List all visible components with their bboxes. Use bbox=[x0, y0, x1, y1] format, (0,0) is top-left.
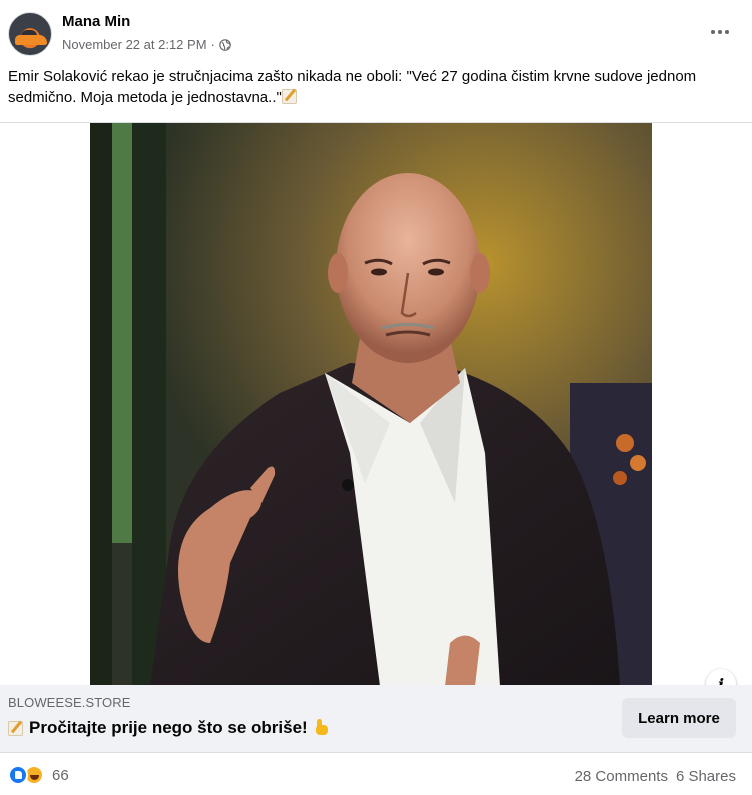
post-meta: November 22 at 2:12 PM · bbox=[62, 37, 231, 52]
ad-title-text[interactable]: Pročitajte prije nego što se obriše! bbox=[29, 718, 308, 738]
shares-count[interactable]: 6 Shares bbox=[676, 768, 736, 785]
ad-title[interactable]: Pročitajte prije nego što se obriše! bbox=[8, 718, 330, 738]
pointing-down-emoji bbox=[314, 719, 330, 737]
caption-text: Emir Solaković rekao je stručnjacima zaš… bbox=[8, 68, 697, 106]
post-caption: Emir Solaković rekao je stručnjacima zaš… bbox=[8, 66, 744, 108]
learn-more-button[interactable]: Learn more bbox=[622, 698, 736, 738]
ad-photo[interactable] bbox=[90, 123, 652, 686]
reactions-summary[interactable]: 66 bbox=[8, 765, 69, 785]
ad-link-preview[interactable]: BLOWEESE.STORE Pročitajte prije nego što… bbox=[0, 685, 752, 753]
comments-count[interactable]: 28 Comments bbox=[575, 768, 668, 785]
author-avatar[interactable] bbox=[8, 12, 52, 56]
globe-icon[interactable] bbox=[219, 38, 231, 51]
post-footer: 66 28 Comments 6 Shares bbox=[0, 753, 752, 795]
more-options-icon[interactable] bbox=[702, 18, 738, 46]
meta-separator: · bbox=[210, 37, 215, 52]
photo-illustration bbox=[90, 123, 652, 686]
memo-emoji bbox=[8, 720, 23, 736]
like-reaction-icon bbox=[8, 765, 28, 785]
engagement-stats: 28 Comments 6 Shares bbox=[575, 768, 736, 785]
post-header: Mana Min November 22 at 2:12 PM · bbox=[0, 0, 752, 62]
post-timestamp[interactable]: November 22 at 2:12 PM bbox=[62, 37, 207, 52]
reaction-count[interactable]: 66 bbox=[52, 767, 69, 784]
ad-domain[interactable]: BLOWEESE.STORE bbox=[8, 695, 131, 710]
author-name[interactable]: Mana Min bbox=[62, 13, 130, 30]
ad-image-area[interactable] bbox=[0, 122, 752, 686]
memo-emoji bbox=[281, 89, 297, 104]
